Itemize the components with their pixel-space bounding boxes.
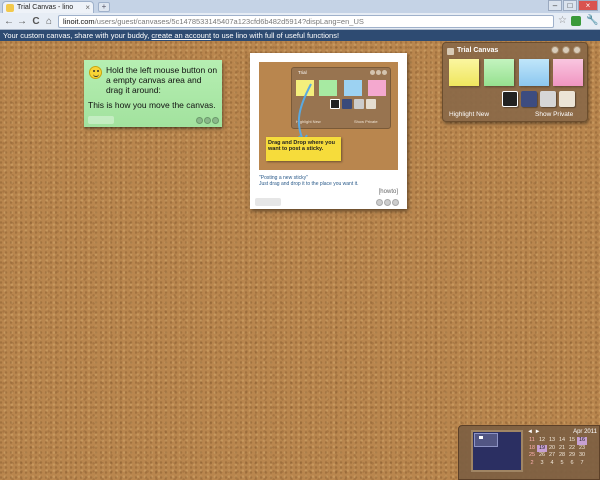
options-icon[interactable] (384, 199, 391, 206)
attachment-icon[interactable] (540, 91, 556, 107)
tab-title: Trial Canvas - lino (17, 4, 74, 11)
url-host: linoit.com (63, 17, 95, 26)
smiley-icon (89, 66, 102, 79)
bookmark-star-icon[interactable]: ☆ (558, 15, 567, 26)
calendar-day[interactable]: 22 (567, 445, 577, 453)
browser-tab[interactable]: Trial Canvas - lino × (2, 1, 94, 13)
sticky-instruction-text: Hold the left mouse button on a empty ca… (106, 65, 218, 95)
browser-tab-strip: Trial Canvas - lino × + – □ × (0, 0, 600, 13)
calendar-day[interactable]: 4 (547, 460, 557, 468)
calendar-day[interactable]: 25 (527, 452, 537, 460)
calendar-day[interactable]: 13 (547, 437, 557, 445)
calendar-prev-icon[interactable]: ◄ (527, 429, 533, 435)
calendar-header: ◄ ► Apr 2011 (527, 429, 597, 437)
create-account-link[interactable]: create an account (151, 31, 211, 40)
calendar-grid: 11 12 13 14 15 16 18 19 20 21 22 23 25 2… (527, 437, 597, 467)
green-sticky-note[interactable]: Hold the left mouse button on a empty ca… (84, 60, 222, 127)
browser-toolbar: ← → C ⌂ linoit.com/users/guest/canvases/… (0, 13, 600, 30)
highlight-new-toggle[interactable]: Highlight New (449, 111, 489, 118)
calendar-month: Apr 2011 (573, 429, 597, 435)
calendar-day[interactable]: 29 (567, 452, 577, 460)
edit-icon[interactable] (376, 199, 383, 206)
calendar-next-icon[interactable]: ► (535, 429, 541, 435)
home-icon[interactable]: ⌂ (43, 16, 55, 27)
calendar-day[interactable]: 14 (557, 437, 567, 445)
wrench-icon[interactable]: 🔧 (586, 15, 598, 26)
calendar-day[interactable]: 16 (577, 437, 587, 445)
photo-sticky-icon[interactable] (502, 91, 518, 107)
sticky-author-badge (88, 116, 114, 124)
forward-icon[interactable]: → (16, 16, 28, 27)
green-sticky-button[interactable] (484, 59, 514, 86)
howto-tag: [howto] (378, 189, 398, 195)
blue-sticky-button[interactable] (519, 59, 549, 86)
howto-screenshot: Trial Highlight New Show Private Drag an… (259, 62, 398, 170)
calendar-day[interactable]: 12 (537, 437, 547, 445)
calendar-day-today[interactable]: 19 (537, 444, 547, 452)
calendar-day[interactable]: 15 (567, 437, 577, 445)
calendar-day[interactable]: 5 (557, 460, 567, 468)
calendar-day (587, 445, 597, 453)
calendar-day (587, 460, 597, 468)
navigator-panel: ◄ ► Apr 2011 11 12 13 14 15 16 18 19 20 … (458, 425, 600, 480)
sticky-author-badge (255, 198, 281, 206)
maximize-button[interactable]: □ (563, 0, 577, 11)
calendar-day[interactable]: 28 (557, 452, 567, 460)
calendar-day[interactable]: 23 (577, 445, 587, 453)
lino-favicon-icon (6, 4, 14, 12)
yellow-sticky-button[interactable] (449, 59, 479, 86)
sticky-controls (196, 117, 219, 124)
calendar-day[interactable]: 6 (567, 460, 577, 468)
canvas-icon (447, 48, 454, 55)
info-text-after: to use lino with full of useful function… (213, 31, 340, 40)
calendar-day (587, 437, 597, 445)
done-icon[interactable] (212, 117, 219, 124)
window-controls: – □ × (548, 0, 598, 12)
show-private-toggle[interactable]: Show Private (535, 111, 573, 118)
calendar-day[interactable]: 7 (577, 460, 587, 468)
info-bar: Your custom canvas, share with your budd… (0, 30, 600, 41)
calendar-day[interactable]: 2 (527, 460, 537, 468)
reload-icon[interactable]: C (30, 16, 42, 27)
settings-icon[interactable] (562, 46, 570, 54)
palette-icons (551, 46, 581, 54)
back-icon[interactable]: ← (3, 16, 15, 27)
url-path: /users/guest/canvases/5c1478533145407a12… (94, 17, 364, 26)
new-tab-button[interactable]: + (98, 2, 110, 12)
info-text-before: Your custom canvas, share with your budd… (3, 31, 150, 40)
calendar-day[interactable]: 30 (577, 452, 587, 460)
tab-close-icon[interactable]: × (85, 2, 90, 13)
howto-photo-sticky[interactable]: Trial Highlight New Show Private Drag an… (250, 53, 407, 209)
video-sticky-icon[interactable] (521, 91, 537, 107)
gear-icon[interactable] (573, 46, 581, 54)
palette-tools (502, 91, 575, 107)
pink-sticky-button[interactable] (553, 59, 583, 86)
drag-hint-sticky: Drag and Drop where you want to post a s… (266, 137, 341, 161)
calendar-day (587, 452, 597, 460)
close-window-button[interactable]: × (578, 0, 598, 11)
calendar-day[interactable]: 21 (557, 445, 567, 453)
calendar: ◄ ► Apr 2011 11 12 13 14 15 16 18 19 20 … (527, 429, 597, 467)
canvas-minimap[interactable] (471, 430, 523, 472)
sticky-controls (376, 199, 399, 206)
calendar-day[interactable]: 11 (527, 437, 537, 445)
calendar-day[interactable]: 26 (537, 452, 547, 460)
done-icon[interactable] (392, 199, 399, 206)
blank-sticky-icon[interactable] (559, 91, 575, 107)
sticky-palette: Trial Canvas Highlight New Show Private (442, 42, 588, 122)
options-icon[interactable] (204, 117, 211, 124)
calendar-day[interactable]: 18 (527, 445, 537, 453)
sticky-move-text: This is how you move the canvas. (88, 100, 216, 110)
howto-caption: "Posting a new sticky" Just drag and dro… (259, 175, 359, 187)
calendar-day[interactable]: 20 (547, 445, 557, 453)
info-icon[interactable] (551, 46, 559, 54)
palette-title: Trial Canvas (457, 47, 499, 54)
minimap-viewport[interactable] (474, 433, 498, 447)
minimize-button[interactable]: – (548, 0, 562, 11)
calendar-day[interactable]: 3 (537, 460, 547, 468)
calendar-day[interactable]: 27 (547, 452, 557, 460)
edit-icon[interactable] (196, 117, 203, 124)
extension-icon[interactable] (571, 16, 581, 26)
address-bar[interactable]: linoit.com/users/guest/canvases/5c147853… (58, 15, 554, 28)
